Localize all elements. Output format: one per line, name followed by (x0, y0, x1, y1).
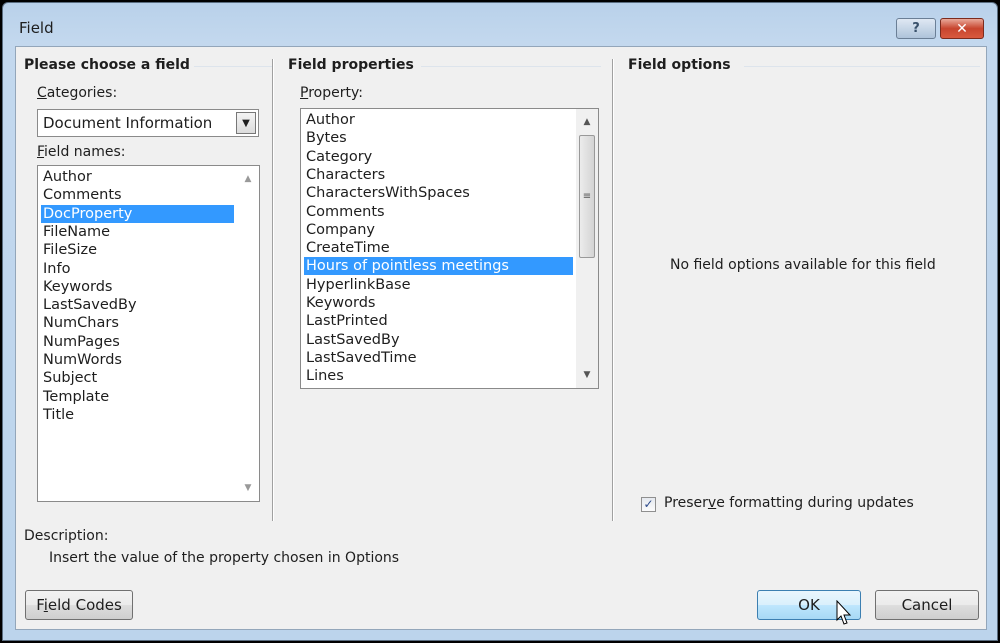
cancel-button[interactable]: Cancel (875, 590, 979, 620)
list-item[interactable]: Author (304, 111, 573, 129)
list-item[interactable]: CreateTime (304, 239, 573, 257)
field-names-label: Field names: (37, 144, 126, 160)
list-item[interactable]: Subject (41, 369, 234, 387)
preserve-formatting-checkbox[interactable]: ✓ (641, 497, 656, 512)
description-label: Description: (24, 528, 109, 544)
list-item[interactable]: Keywords (41, 278, 234, 296)
property-scrollbar[interactable]: ▲ ≡ ▼ (576, 109, 598, 388)
list-item[interactable]: Keywords (304, 294, 573, 312)
help-icon: ? (912, 21, 920, 36)
list-item[interactable]: LastSavedTime (304, 349, 573, 367)
property-list[interactable]: Lines LastSavedTime LastSavedBy LastPrinted… (300, 108, 599, 389)
field-dialog: Field ? ✕ Please choose a field Categori… (2, 2, 998, 641)
choose-field-group-title: Please choose a field (24, 57, 190, 73)
description-text: Insert the value of the property chosen … (49, 550, 400, 566)
list-item[interactable]: Title (41, 406, 234, 424)
list-item[interactable]: Characters (304, 166, 573, 184)
dialog-title: Field (19, 19, 54, 37)
list-item[interactable]: FileName (41, 223, 234, 241)
list-item[interactable]: NumWords (41, 351, 234, 369)
list-item[interactable]: HyperlinkBase (304, 276, 573, 294)
list-item[interactable]: LastSavedBy (304, 331, 573, 349)
help-button[interactable]: ? (896, 18, 936, 39)
separator (612, 59, 614, 521)
categories-selected-value: Document Information (43, 114, 213, 132)
list-item[interactable]: Lines (304, 367, 573, 385)
group-divider (421, 66, 601, 67)
field-properties-group-title: Field properties (288, 57, 414, 73)
list-item[interactable]: Info (41, 260, 234, 278)
field-names-list[interactable]: Title Template Subject NumWords NumPages NumC… (37, 165, 260, 502)
scroll-up-icon[interactable]: ▲ (237, 170, 259, 188)
field-codes-button[interactable]: Field Codes (25, 590, 133, 620)
categories-label: Categories: (37, 85, 118, 101)
group-divider (744, 66, 980, 67)
scrollbar-thumb[interactable]: ≡ (579, 135, 595, 258)
categories-dropdown[interactable]: Document Information ▼ (37, 109, 259, 137)
list-item[interactable]: Template (41, 388, 234, 406)
list-item[interactable]: Comments (304, 203, 573, 221)
list-item[interactable]: CharactersWithSpaces (304, 184, 573, 202)
list-item[interactable]: Category (304, 148, 573, 166)
preserve-formatting-label[interactable]: Preserve formatting during updates (664, 495, 914, 511)
list-item[interactable]: NumPages (41, 333, 234, 351)
dialog-body: Please choose a field Categories: Docume… (15, 46, 987, 630)
no-options-message: No field options available for this fiel… (670, 257, 936, 273)
mouse-cursor-icon (836, 600, 852, 625)
scroll-down-icon[interactable]: ▼ (237, 479, 259, 497)
field-options-group-title: Field options (628, 57, 731, 73)
list-item[interactable]: DocProperty (41, 204, 234, 223)
scroll-down-icon[interactable]: ▼ (576, 366, 598, 384)
property-label: Property: (300, 85, 363, 101)
group-divider (194, 66, 272, 67)
grip-icon: ≡ (582, 191, 592, 202)
list-item[interactable]: Company (304, 221, 573, 239)
field-names-scrollbar[interactable]: ▲ ▼ (237, 166, 259, 501)
list-item[interactable]: LastPrinted (304, 312, 573, 330)
list-item[interactable]: FileSize (41, 241, 234, 259)
close-button[interactable]: ✕ (940, 18, 984, 39)
list-item[interactable]: LastSavedBy (41, 296, 234, 314)
close-icon: ✕ (956, 20, 968, 37)
separator (272, 59, 274, 521)
list-item[interactable]: Hours of pointless meetings (304, 257, 573, 276)
list-item[interactable]: Bytes (304, 129, 573, 147)
list-item[interactable]: NumChars (41, 314, 234, 332)
scroll-up-icon[interactable]: ▲ (576, 113, 598, 131)
list-item[interactable]: Author (41, 168, 234, 186)
chevron-down-icon[interactable]: ▼ (236, 112, 256, 134)
list-item[interactable]: Comments (41, 186, 234, 204)
checkmark-icon: ✓ (643, 497, 654, 511)
